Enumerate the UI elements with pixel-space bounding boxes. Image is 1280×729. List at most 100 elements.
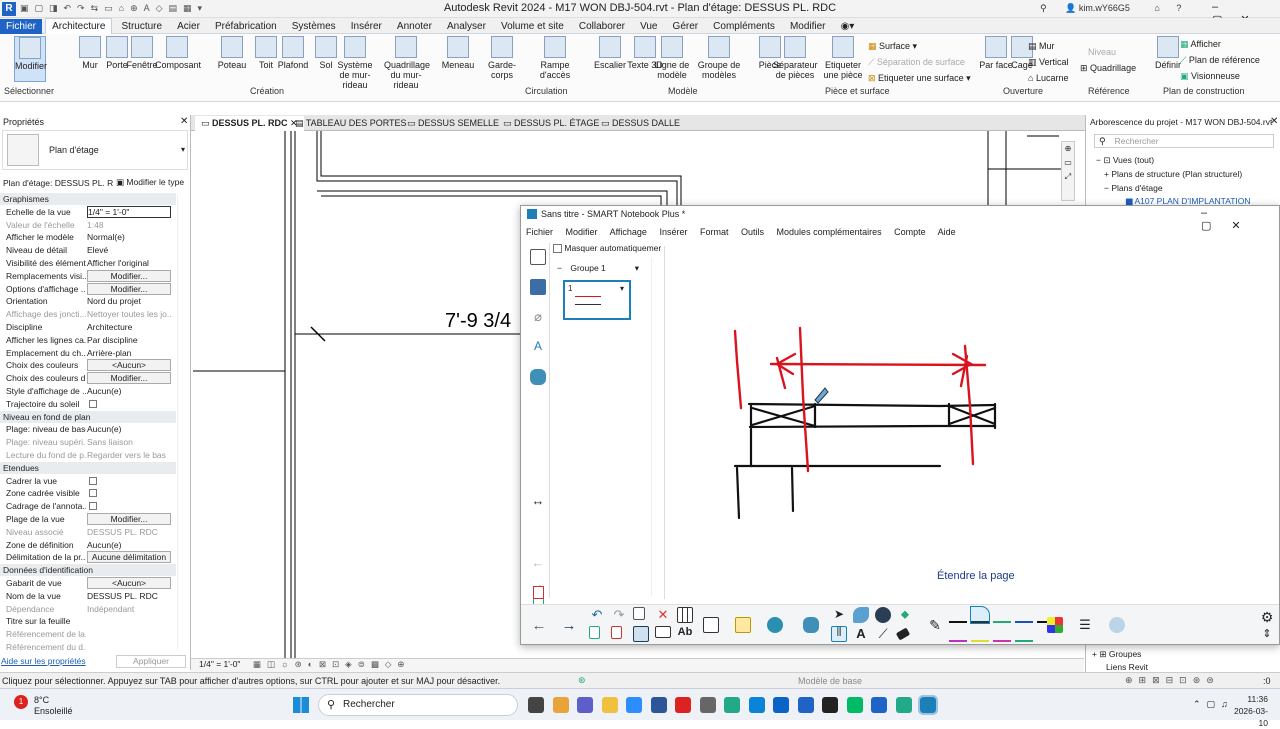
cloud-icon[interactable] (1109, 617, 1125, 633)
property-value-button[interactable]: 1/4" = 1'-0" (87, 205, 171, 218)
fill-icon[interactable]: ⬥ (897, 607, 913, 623)
undo-icon[interactable]: ↶ (589, 607, 605, 623)
property-row[interactable]: Nom de la vue DESSUS PL. RDC (0, 590, 176, 603)
property-row[interactable]: Référencement du d... (0, 641, 176, 654)
property-value-button[interactable]: <Aucun> (87, 577, 171, 589)
auto-hide-option[interactable]: Masquer automatiquemer (553, 243, 661, 254)
eraser-icon[interactable] (875, 607, 891, 623)
property-section[interactable]: Niveau en fond de plan (0, 410, 176, 423)
zoom-icon[interactable] (626, 697, 642, 713)
tab-systemes[interactable]: Systèmes (286, 19, 342, 34)
select-icon[interactable]: ➤ (831, 607, 847, 623)
property-checkbox[interactable] (89, 489, 97, 498)
property-row[interactable]: Affichage des joncti... Nettoyer toutes l… (0, 308, 176, 321)
smart-notebook-icon[interactable] (918, 695, 938, 715)
menu-outils[interactable]: Outils (741, 227, 764, 237)
property-checkbox[interactable] (89, 399, 97, 408)
menu-modifier[interactable]: Modifier (566, 227, 598, 237)
property-row[interactable]: Zone cadrée visible (0, 487, 176, 500)
property-row[interactable]: Cadrer la vue (0, 475, 176, 488)
menu-affichage[interactable]: Affichage (610, 227, 647, 237)
ribbon-button-curtain-system[interactable]: Système de mur-rideau (333, 36, 377, 90)
property-row[interactable]: Zone de définition Aucun(e) (0, 539, 176, 552)
cart-icon[interactable]: ⌂ (1154, 3, 1159, 13)
settings-gear-icon[interactable]: ⚙ (1259, 609, 1275, 625)
worksharing-icon[interactable]: ⊛ (578, 675, 586, 686)
ribbon-button-ramp[interactable]: Rampe d'accès (533, 36, 577, 80)
back-arrow-icon[interactable]: ← (531, 617, 547, 634)
dimension-text[interactable]: 7'-9 3/4 (445, 310, 511, 332)
text-icon[interactable]: A (853, 626, 869, 642)
property-row[interactable]: Plage: niveau supéri... Sans liaison (0, 436, 176, 449)
tab-dessus-dalle[interactable]: ▭ DESSUS DALLE (595, 116, 686, 131)
menu-inserer[interactable]: Insérer (659, 227, 687, 237)
property-row[interactable]: Style d'affichage de ... Aucun(e) (0, 385, 176, 398)
binoculars-icon[interactable]: ⚲ (1040, 3, 1047, 13)
quadrillage-button[interactable]: ⊞ Quadrillage (1080, 60, 1136, 76)
addons-icon[interactable] (803, 617, 819, 633)
property-value-button[interactable]: Modifier... (87, 282, 171, 295)
tab-dessus-semelle[interactable]: ▭ DESSUS SEMELLE (401, 116, 505, 131)
scrollbar[interactable] (177, 195, 187, 650)
lab-icon[interactable] (767, 617, 783, 633)
property-section[interactable]: Etendues (0, 461, 176, 474)
tab-acier[interactable]: Acier (171, 19, 206, 34)
view-control-icons[interactable]: ▦◫☼⊛◐⊠⊡◈⊜▩◇⊕ (253, 659, 411, 669)
add-page-icon[interactable] (589, 626, 600, 639)
surface-button[interactable]: ▦ Surface ▾ (868, 38, 971, 54)
panel-label[interactable]: Référence (1088, 86, 1130, 96)
move-sidebar-icon[interactable]: ↔ (530, 493, 546, 509)
panel-label[interactable]: Plan de construction (1163, 86, 1245, 96)
ribbon-button-railing[interactable]: Garde-corps (480, 36, 524, 80)
property-row[interactable]: Lecture du fond de p... Regarder vers le … (0, 449, 176, 462)
property-row[interactable]: Choix des couleurs <Aucun> (0, 359, 176, 372)
forward-arrow-icon[interactable]: → (561, 617, 577, 634)
tab-dessus-pl-rdc[interactable]: ▭ DESSUS PL. RDC ✕ (195, 116, 304, 131)
tab-inserer[interactable]: Insérer (345, 19, 388, 34)
menu-modules[interactable]: Modules complémentaires (777, 227, 882, 237)
ribbon-button-room-separator[interactable]: Séparateur de pièces (773, 36, 818, 80)
panel-label[interactable]: Modèle (668, 86, 698, 96)
chevron-down-icon[interactable]: ▾ (620, 284, 624, 293)
instance-selector[interactable]: Plan d'étage: DESSUS PL. RDC (3, 178, 113, 188)
property-row[interactable]: Options d'affichage ... Modifier... (0, 282, 176, 296)
group-header[interactable]: − Groupe 1 ▾ (557, 263, 639, 274)
menu-fichier[interactable]: Fichier (526, 227, 553, 237)
lucarne-button[interactable]: ⌂ Lucarne (1028, 70, 1069, 86)
edge-icon[interactable] (748, 697, 765, 713)
menu-compte[interactable]: Compte (894, 227, 926, 237)
math-tools-icon[interactable]: ⫼ (831, 626, 847, 642)
handwriting-icon[interactable]: Ab (677, 626, 693, 642)
property-checkbox[interactable] (89, 476, 97, 485)
property-row[interactable]: Plage: niveau de base Aucun(e) (0, 423, 176, 436)
clock[interactable]: 11:36 2026-03-10 (1226, 693, 1268, 729)
page-sorter-icon[interactable] (530, 249, 546, 265)
property-row[interactable]: Délimitation de la pr... Aucune délimitat… (0, 551, 176, 564)
app-icon[interactable] (846, 697, 863, 713)
attachments-icon[interactable]: ⌀ (530, 309, 546, 325)
property-row[interactable]: Afficher le modèle Normal(e) (0, 231, 176, 244)
tab-complements[interactable]: Compléments (707, 19, 781, 34)
view-scale[interactable]: 1/4" = 1'-0" (199, 659, 240, 669)
tab-tableau-portes[interactable]: ▤ TABLEAU DES PORTES (289, 116, 413, 131)
property-row[interactable]: Gabarit de vue <Aucun> (0, 577, 176, 590)
property-row[interactable]: Niveau de détail Elevé (0, 244, 176, 257)
tree-item-plans-structure[interactable]: + Plans de structure (Plan structurel) (1104, 169, 1242, 179)
panel-label[interactable]: Ouverture (1003, 86, 1043, 96)
revit-taskbar-icon[interactable] (797, 697, 814, 713)
property-row[interactable]: Plage de la vue Modifier... (0, 513, 176, 526)
ribbon-button-model-group[interactable]: Groupe de modèles (697, 36, 741, 80)
tab-fichier[interactable]: Fichier (0, 19, 43, 34)
tab-gerer[interactable]: Gérer (667, 19, 705, 34)
property-row[interactable]: Référencement de la... (0, 628, 176, 641)
screen-capture-icon[interactable] (703, 617, 719, 633)
plan-reference-button[interactable]: ⟋ Plan de référence (1180, 52, 1260, 68)
separation-surface-button[interactable]: ⟋ Séparation de surface (868, 54, 971, 70)
property-row[interactable]: Titre sur la feuille (0, 615, 176, 628)
chrome-icon[interactable] (895, 697, 912, 713)
pen-style-swatch[interactable] (949, 607, 967, 623)
property-checkbox[interactable] (89, 502, 97, 511)
pen-style-swatch[interactable] (971, 626, 989, 642)
ribbon-button-component[interactable]: Composant (155, 36, 201, 70)
property-row[interactable]: Niveau associé DESSUS PL. RDC (0, 526, 176, 539)
